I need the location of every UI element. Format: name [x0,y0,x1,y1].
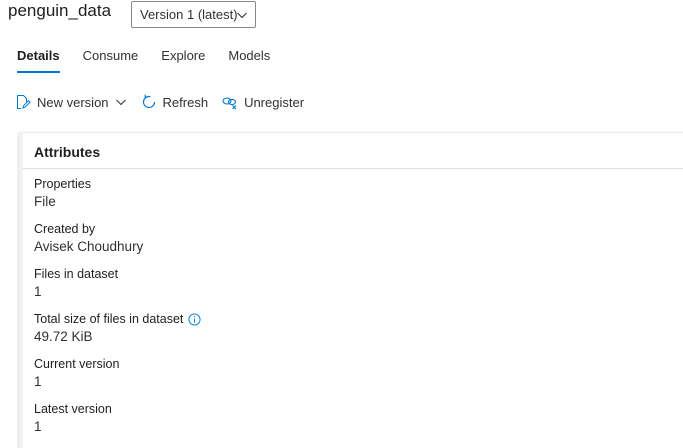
created-by-value: Avisek Choudhury [34,239,144,254]
info-icon[interactable] [188,312,201,326]
refresh-icon [142,94,155,109]
properties-label: Properties [34,177,91,191]
attributes-header: Attributes [23,133,683,169]
version-dropdown-value: Version 1 (latest) [140,7,238,22]
dataset-details-page: penguin_data Version 1 (latest) Details … [0,0,683,448]
unregister-label: Unregister [244,94,305,110]
latest-version-value: 1 [34,419,42,434]
properties-field: Properties File [34,176,91,211]
files-in-dataset-field: Files in dataset 1 [34,266,118,301]
total-size-label-row: Total size of files in dataset [34,311,201,327]
unregister-button[interactable]: Unregister [222,94,304,110]
edit-document-icon [17,95,31,109]
files-in-dataset-label: Files in dataset [34,267,119,281]
current-version-value: 1 [34,374,42,389]
refresh-button[interactable]: Refresh [141,94,209,110]
properties-value: File [34,194,56,209]
new-version-label: New version [37,94,109,110]
created-by-label: Created by [34,222,96,236]
latest-version-label: Latest version [34,402,112,416]
chevron-down-icon [237,12,247,19]
total-size-value: 49.72 KiB [34,329,93,344]
refresh-label: Refresh [162,94,209,110]
created-by-field: Created by Avisek Choudhury [34,221,143,256]
command-bar: New version Refresh Unregister [15,92,318,112]
tab-models[interactable]: Models [228,46,270,72]
current-version-label: Current version [34,357,120,371]
total-size-label: Total size of files in dataset [34,312,184,326]
current-version-field: Current version 1 [34,356,119,391]
unlink-icon [222,97,237,110]
tab-details[interactable]: Details [17,46,60,73]
attributes-card: Attributes Properties File Created by Av… [19,133,683,448]
total-size-field: Total size of files in dataset 49.72 KiB [34,311,201,346]
new-version-button[interactable]: New version [15,94,127,110]
files-in-dataset-value: 1 [34,284,42,299]
tab-bar: Details Consume Explore Models [17,46,293,73]
attributes-title: Attributes [34,144,101,160]
tab-explore[interactable]: Explore [161,46,205,72]
tab-consume[interactable]: Consume [83,46,139,72]
latest-version-field: Latest version 1 [34,401,112,436]
page-title: penguin_data [8,1,112,20]
chevron-down-icon [115,99,126,106]
version-dropdown[interactable]: Version 1 (latest) [131,1,256,28]
